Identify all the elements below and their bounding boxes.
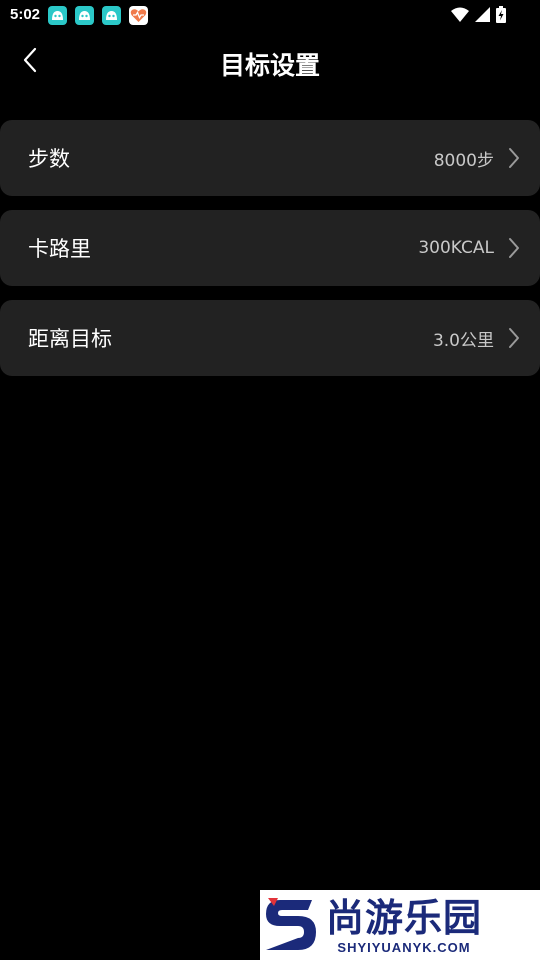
page-title: 目标设置 (219, 51, 320, 80)
watermark: 尚游乐园 SHYIYUANYK.COM (260, 890, 540, 960)
setting-value-group: 8000步 (434, 146, 520, 171)
setting-label: 距离目标 (28, 327, 112, 351)
battery-charging-icon (496, 6, 506, 27)
setting-row-calories[interactable]: 卡路里 300KCAL (0, 210, 540, 286)
status-time: 5:02 (10, 6, 41, 23)
app-notification-icon (75, 6, 94, 25)
setting-value: 3.0公里 (432, 330, 494, 351)
watermark-title: 尚游乐园 (326, 895, 483, 940)
setting-value-group: 300KCAL (418, 237, 520, 259)
setting-value-group: 3.0公里 (433, 326, 520, 351)
system-icons (451, 6, 506, 27)
header: 目标设置 (0, 40, 540, 84)
setting-row-distance[interactable]: 距离目标 3.0公里 (0, 300, 540, 376)
settings-list: 步数 8000步 卡路里 300KCAL 距离目标 3.0公里 (0, 120, 540, 390)
watermark-logo-icon (260, 890, 320, 960)
watermark-text: 尚游乐园 SHYIYUANYK.COM (326, 896, 482, 955)
setting-row-steps[interactable]: 步数 8000步 (0, 120, 540, 196)
chevron-right-icon (508, 327, 520, 349)
watermark-url: SHYIYUANYK.COM (337, 939, 471, 955)
app-notification-icon (48, 6, 67, 25)
status-bar: 5:02 (0, 0, 540, 32)
health-app-icon (129, 6, 148, 25)
chevron-right-icon (508, 147, 520, 169)
signal-icon (475, 7, 490, 26)
setting-label: 卡路里 (28, 237, 91, 261)
notification-icons (48, 6, 148, 25)
app-notification-icon (102, 6, 121, 25)
wifi-icon (451, 7, 469, 26)
setting-label: 步数 (28, 147, 70, 171)
setting-value: 300KCAL (418, 238, 494, 258)
setting-value: 8000步 (433, 150, 494, 171)
chevron-right-icon (508, 237, 520, 259)
